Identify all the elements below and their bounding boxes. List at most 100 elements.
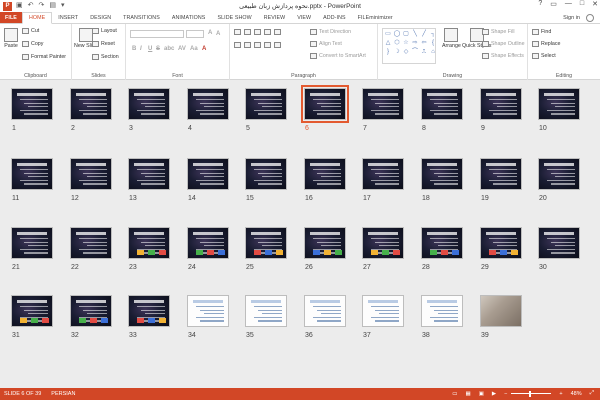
close-icon[interactable]: ✕	[592, 0, 598, 8]
character-spacing-button[interactable]: AV	[178, 46, 186, 52]
columns-icon[interactable]	[274, 42, 281, 48]
align-left-icon[interactable]	[234, 42, 241, 48]
zoom-in-icon[interactable]: +	[559, 391, 562, 397]
tab-animations[interactable]: ANIMATIONS	[166, 12, 212, 23]
select-button[interactable]: Select	[532, 53, 556, 59]
shape-right-brace-icon[interactable]: }	[384, 48, 392, 56]
arrange-button[interactable]: Arrange	[442, 28, 461, 49]
shape-fill-button[interactable]: Shape Fill	[482, 29, 515, 35]
zoom-slider[interactable]	[511, 390, 552, 397]
change-case-button[interactable]: Aa	[190, 46, 198, 52]
slide-thumbnail[interactable]	[538, 158, 580, 190]
ribbon-display-icon[interactable]: ▭	[550, 0, 557, 8]
slideshow-view-icon[interactable]: ▶	[492, 391, 496, 397]
convert-smartart-button[interactable]: Convert to SmartArt	[310, 53, 366, 59]
font-color-button[interactable]: A	[202, 46, 206, 52]
slide-thumbnail[interactable]	[304, 227, 346, 259]
shape-left-brace-icon[interactable]: {	[429, 39, 437, 47]
text-direction-button[interactable]: Text Direction	[310, 29, 351, 35]
slide-thumbnail[interactable]	[70, 227, 112, 259]
shape-flowchart-icon[interactable]: ⎍	[420, 48, 428, 56]
undo-icon[interactable]: ↶	[28, 2, 34, 10]
slide-thumbnail[interactable]	[421, 227, 463, 259]
increase-font-button[interactable]: A	[208, 30, 212, 36]
slide-thumbnail[interactable]	[245, 88, 287, 120]
increase-indent-icon[interactable]	[264, 29, 271, 35]
zoom-slider-knob[interactable]	[529, 390, 532, 397]
shape-star-icon[interactable]: ☆	[402, 39, 410, 47]
decrease-font-button[interactable]: A	[216, 31, 220, 37]
slide-sorter-view-icon[interactable]: ▦	[466, 391, 471, 397]
paste-button[interactable]: Paste	[4, 28, 18, 49]
replace-button[interactable]: Replace	[532, 41, 560, 47]
slide-thumbnail[interactable]	[187, 227, 229, 259]
tab-file[interactable]: FILE	[0, 12, 22, 23]
underline-button[interactable]: U	[148, 46, 152, 52]
slide-thumbnail[interactable]	[421, 295, 463, 327]
justify-icon[interactable]	[264, 42, 271, 48]
format-painter-button[interactable]: Format Painter	[22, 54, 66, 60]
slide-thumbnail[interactable]	[187, 158, 229, 190]
slide-thumbnail[interactable]	[187, 295, 229, 327]
slide-thumbnail[interactable]	[11, 158, 53, 190]
tab-home[interactable]: HOME	[22, 12, 53, 24]
reading-view-icon[interactable]: ▣	[479, 391, 484, 397]
shape-hexagon-icon[interactable]: ⬡	[393, 39, 401, 47]
slide-thumbnail[interactable]	[11, 88, 53, 120]
shape-rectangle-icon[interactable]: ▭	[384, 30, 392, 38]
slide-thumbnail[interactable]	[128, 88, 170, 120]
shape-right-arrow-icon[interactable]: ⇨	[411, 39, 419, 47]
section-button[interactable]: Section	[92, 54, 119, 60]
align-text-button[interactable]: Align Text	[310, 41, 342, 47]
align-right-icon[interactable]	[254, 42, 261, 48]
slide-thumbnail[interactable]	[304, 295, 346, 327]
slide-thumbnail[interactable]	[187, 88, 229, 120]
italic-button[interactable]: I	[140, 46, 142, 52]
shape-elbow-icon[interactable]: ┐	[429, 30, 437, 38]
slide-thumbnail[interactable]	[70, 158, 112, 190]
tab-fileminimizer[interactable]: FILEminimizer	[352, 12, 399, 23]
slide-thumbnail[interactable]	[538, 88, 580, 120]
slide-thumbnail[interactable]	[362, 227, 404, 259]
slide-thumbnail[interactable]	[362, 295, 404, 327]
numbering-icon[interactable]	[244, 29, 251, 35]
font-size-dropdown[interactable]	[186, 30, 204, 38]
slide-thumbnail[interactable]	[245, 227, 287, 259]
slide-thumbnail[interactable]	[301, 85, 349, 123]
slide-thumbnail[interactable]	[11, 295, 53, 327]
shape-pentagon-icon[interactable]: ⌂	[429, 48, 437, 56]
slide-thumbnail[interactable]	[128, 295, 170, 327]
slide-thumbnail[interactable]	[421, 88, 463, 120]
cut-button[interactable]: Cut	[22, 28, 39, 34]
decrease-indent-icon[interactable]	[254, 29, 261, 35]
shape-triangle-icon[interactable]: △	[384, 39, 392, 47]
slide-thumbnail[interactable]	[70, 88, 112, 120]
slide-thumbnail[interactable]	[11, 227, 53, 259]
slide-thumbnail[interactable]	[70, 295, 112, 327]
normal-view-icon[interactable]: ▭	[452, 391, 457, 397]
slide-thumbnail[interactable]	[538, 227, 580, 259]
slide-thumbnail[interactable]	[480, 158, 522, 190]
shape-arc-icon[interactable]: ⌒	[411, 48, 419, 56]
slide-thumbnail[interactable]	[421, 158, 463, 190]
shape-effects-button[interactable]: Shape Effects	[482, 53, 524, 59]
customize-icon[interactable]: ▾	[61, 2, 65, 10]
bold-button[interactable]: B	[132, 46, 136, 52]
redo-icon[interactable]: ↷	[39, 2, 45, 10]
shapes-gallery[interactable]: ▭ ◯ ▢ ╲ ╱ ┐ △ ⬡ ☆ ⇨ ⇦ { } ☽ ◇ ⌒ ⎍ ⌂	[382, 28, 436, 64]
shape-outline-button[interactable]: Shape Outline	[482, 41, 525, 47]
tab-transitions[interactable]: TRANSITIONS	[117, 12, 166, 23]
shape-line2-icon[interactable]: ╱	[420, 30, 428, 38]
line-spacing-icon[interactable]	[274, 29, 281, 35]
powerpoint-app-icon[interactable]: P	[3, 1, 12, 11]
tab-add-ins[interactable]: ADD-INS	[317, 12, 351, 23]
layout-button[interactable]: Layout	[92, 28, 117, 34]
sign-in-link[interactable]: Sign in	[563, 15, 580, 21]
copy-button[interactable]: Copy	[22, 41, 43, 47]
shape-moon-icon[interactable]: ☽	[393, 48, 401, 56]
slide-thumbnail[interactable]	[362, 158, 404, 190]
shape-diamond-icon[interactable]: ◇	[402, 48, 410, 56]
slide-thumbnail[interactable]	[362, 88, 404, 120]
slide-thumbnail[interactable]	[480, 295, 522, 327]
text-shadow-button[interactable]: abc	[164, 46, 174, 52]
